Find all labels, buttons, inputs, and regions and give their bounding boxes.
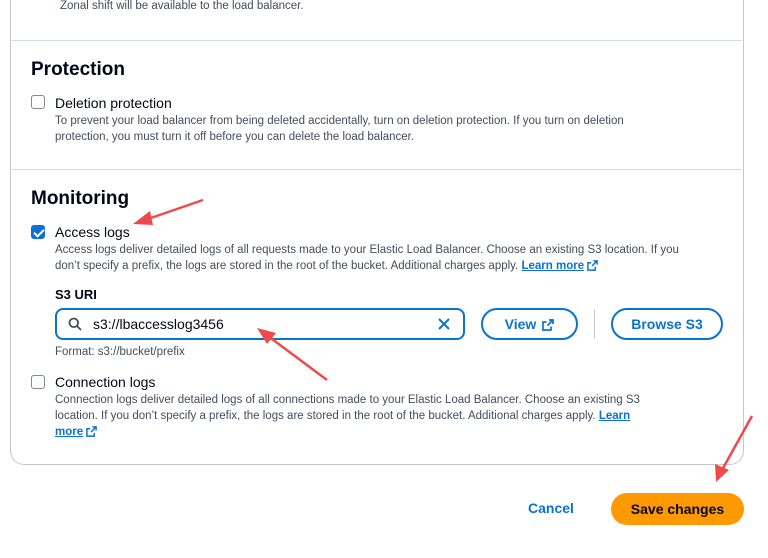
connection-logs-desc-1: Connection logs deliver detailed logs of… [55, 394, 640, 406]
deletion-protection-desc-2: protection, you must turn it off before … [55, 131, 415, 143]
access-logs-desc-2-line: don’t specify a prefix, the logs are sto… [55, 258, 598, 274]
access-logs-desc-2: don’t specify a prefix, the logs are sto… [55, 260, 519, 272]
s3-uri-format-hint: Format: s3://bucket/prefix [55, 346, 185, 358]
access-logs-desc-1: Access logs deliver detailed logs of all… [55, 244, 679, 256]
section-divider [10, 40, 742, 41]
save-changes-button[interactable]: Save changes [611, 493, 744, 525]
external-link-icon [86, 426, 97, 437]
protection-heading: Protection [31, 59, 125, 80]
access-logs-label: Access logs [55, 224, 130, 240]
view-button[interactable]: View [481, 308, 578, 340]
cancel-button[interactable]: Cancel [528, 500, 574, 516]
connection-logs-desc-2-line: location. If you don’t specify a prefix,… [55, 408, 630, 424]
deletion-protection-label: Deletion protection [55, 95, 172, 111]
external-link-icon [542, 319, 555, 331]
access-logs-checkbox[interactable] [31, 225, 45, 239]
s3-uri-value: s3://lbaccesslog3456 [93, 316, 224, 332]
deletion-protection-desc-1: To prevent your load balancer from being… [55, 115, 624, 127]
connection-logs-desc-2: location. If you don’t specify a prefix,… [55, 410, 596, 422]
access-logs-learn-more-link[interactable]: Learn more [521, 260, 598, 272]
clear-icon[interactable] [437, 317, 451, 331]
connection-logs-more-link[interactable]: more [55, 426, 97, 438]
connection-logs-more-line: more [55, 424, 97, 440]
zonal-shift-note: Zonal shift will be available to the loa… [60, 0, 304, 12]
s3-uri-label: S3 URI [55, 287, 97, 302]
deletion-protection-checkbox[interactable] [31, 95, 45, 109]
browse-s3-button[interactable]: Browse S3 [611, 308, 723, 340]
search-icon [68, 317, 82, 331]
connection-logs-label: Connection logs [55, 374, 156, 390]
connection-logs-learn-link[interactable]: Learn [599, 410, 630, 422]
connection-logs-checkbox[interactable] [31, 375, 45, 389]
section-divider [10, 169, 742, 170]
monitoring-heading: Monitoring [31, 188, 130, 209]
external-link-icon [587, 260, 598, 271]
s3-uri-input[interactable]: s3://lbaccesslog3456 [55, 308, 465, 340]
button-separator [594, 310, 595, 338]
